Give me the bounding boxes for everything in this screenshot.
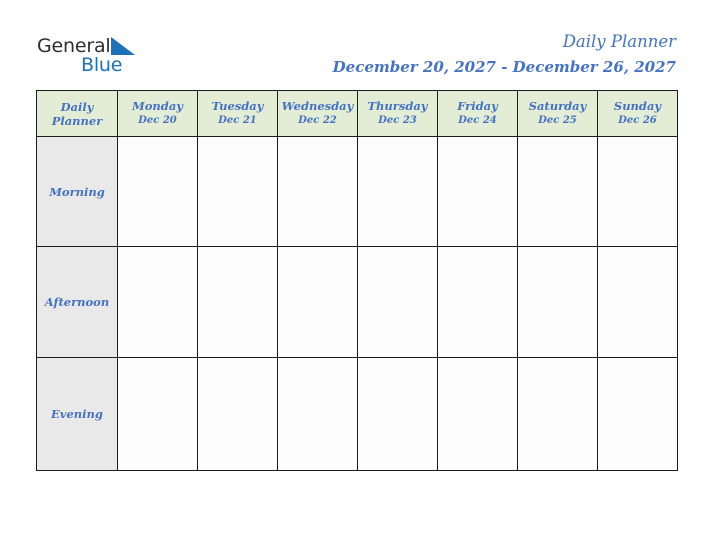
slot-cell-evening-saturday[interactable] — [517, 357, 598, 471]
table-row: Morning — [36, 136, 678, 247]
corner-label-line2: Planner — [51, 113, 103, 128]
row-label-afternoon: Afternoon — [36, 246, 118, 358]
slot-cell-evening-friday[interactable] — [437, 357, 518, 471]
day-date-label: Dec 21 — [218, 115, 257, 126]
slot-cell-evening-sunday[interactable] — [597, 357, 678, 471]
corner-label-line1: Daily — [60, 99, 94, 114]
day-name-label: Thursday — [367, 99, 428, 113]
table-header-row: Daily Planner Monday Dec 20 Tuesday Dec … — [36, 90, 678, 137]
row-label-text: Afternoon — [44, 295, 110, 309]
day-name-label: Tuesday — [211, 99, 264, 113]
brand-word-blue: Blue — [81, 54, 123, 76]
day-name-label: Wednesday — [281, 99, 354, 113]
page-title: Daily Planner — [562, 32, 676, 51]
slot-cell-morning-friday[interactable] — [437, 136, 518, 247]
slot-cell-afternoon-wednesday[interactable] — [277, 246, 358, 358]
day-header-sunday: Sunday Dec 26 — [597, 90, 678, 137]
day-date-label: Dec 22 — [298, 115, 337, 126]
page-header: General Blue Daily Planner December 20, … — [0, 0, 712, 90]
slot-cell-morning-wednesday[interactable] — [277, 136, 358, 247]
day-header-tuesday: Tuesday Dec 21 — [197, 90, 278, 137]
slot-cell-evening-monday[interactable] — [117, 357, 198, 471]
title-block: Daily Planner December 20, 2027 - Decemb… — [333, 32, 676, 77]
slot-cell-evening-tuesday[interactable] — [197, 357, 278, 471]
slot-cell-afternoon-thursday[interactable] — [357, 246, 438, 358]
day-date-label: Dec 25 — [538, 115, 577, 126]
slot-cell-afternoon-monday[interactable] — [117, 246, 198, 358]
slot-cell-morning-sunday[interactable] — [597, 136, 678, 247]
day-date-label: Dec 20 — [138, 115, 177, 126]
table-row: Afternoon — [36, 246, 678, 358]
daily-planner-table: Daily Planner Monday Dec 20 Tuesday Dec … — [36, 90, 678, 471]
slot-cell-morning-saturday[interactable] — [517, 136, 598, 247]
day-header-monday: Monday Dec 20 — [117, 90, 198, 137]
day-name-label: Sunday — [613, 99, 662, 113]
date-range-subtitle: December 20, 2027 - December 26, 2027 — [332, 58, 676, 76]
day-date-label: Dec 23 — [378, 115, 417, 126]
day-date-label: Dec 24 — [458, 115, 497, 126]
slot-cell-afternoon-saturday[interactable] — [517, 246, 598, 358]
row-label-text: Morning — [49, 184, 105, 199]
slot-cell-morning-thursday[interactable] — [357, 136, 438, 247]
table-row: Evening — [36, 357, 678, 471]
slot-cell-morning-tuesday[interactable] — [197, 136, 278, 247]
slot-cell-afternoon-sunday[interactable] — [597, 246, 678, 358]
slot-cell-morning-monday[interactable] — [117, 136, 198, 247]
day-name-label: Monday — [132, 99, 183, 113]
day-header-friday: Friday Dec 24 — [437, 90, 518, 137]
day-name-label: Saturday — [528, 99, 587, 113]
day-date-label: Dec 26 — [618, 115, 657, 126]
day-header-saturday: Saturday Dec 25 — [517, 90, 598, 137]
row-label-morning: Morning — [36, 136, 118, 247]
day-header-wednesday: Wednesday Dec 22 — [277, 90, 358, 137]
row-label-evening: Evening — [36, 357, 118, 471]
slot-cell-evening-thursday[interactable] — [357, 357, 438, 471]
row-label-text: Evening — [51, 407, 103, 421]
corner-header-cell: Daily Planner — [36, 90, 118, 137]
slot-cell-evening-wednesday[interactable] — [277, 357, 358, 471]
slot-cell-afternoon-friday[interactable] — [437, 246, 518, 358]
brand-logo: General Blue — [37, 36, 177, 84]
day-name-label: Friday — [457, 99, 498, 113]
day-header-thursday: Thursday Dec 23 — [357, 90, 438, 137]
slot-cell-afternoon-tuesday[interactable] — [197, 246, 278, 358]
